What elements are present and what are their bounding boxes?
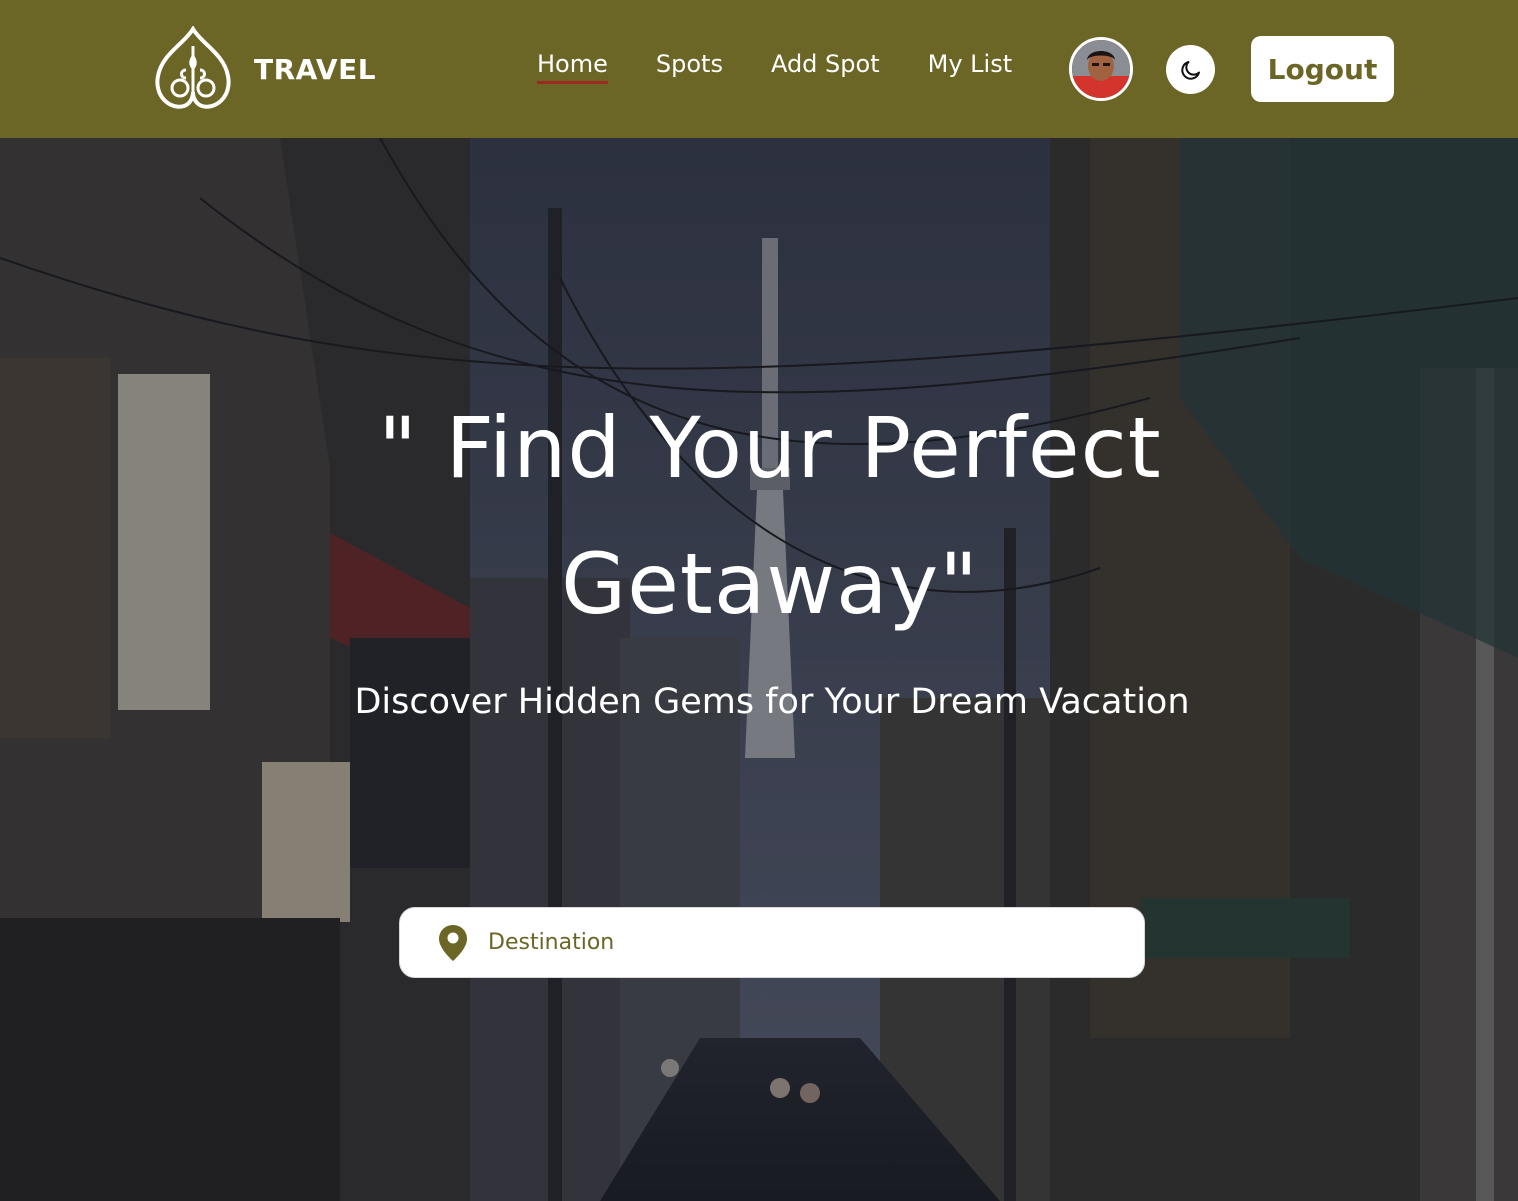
hero-overlay [0, 138, 1518, 1201]
user-avatar-icon [1072, 40, 1130, 98]
hero-section: " Find Your Perfect Getaway" Discover Hi… [0, 138, 1518, 1201]
location-pin-icon [439, 924, 467, 961]
nav-link-my-list[interactable]: My List [928, 50, 1013, 82]
hero-title-line-2: Getaway" [561, 535, 979, 633]
travel-logo-icon [155, 26, 231, 109]
nav-link-spots[interactable]: Spots [656, 50, 723, 82]
brand-name: TRAVEL [254, 52, 377, 86]
nav-link-home[interactable]: Home [537, 50, 608, 84]
theme-toggle-button[interactable] [1166, 45, 1215, 94]
logout-button[interactable]: Logout [1251, 36, 1394, 102]
navbar: TRAVEL Home Spots Add Spot My List Logou… [0, 0, 1518, 138]
hero-subtitle: Discover Hidden Gems for Your Dream Vaca… [354, 682, 1190, 722]
hero-title-line-1: " Find Your Perfect [378, 399, 1162, 497]
nav-link-add-spot[interactable]: Add Spot [771, 50, 880, 82]
hero-title: " Find Your Perfect Getaway" [320, 380, 1220, 652]
destination-input[interactable] [488, 908, 1144, 977]
moon-icon [1180, 60, 1200, 80]
user-avatar[interactable] [1069, 37, 1133, 101]
nav-links: Home Spots Add Spot My List [537, 50, 1013, 84]
brand[interactable]: TRAVEL [150, 26, 376, 112]
destination-search-box[interactable] [399, 907, 1145, 978]
